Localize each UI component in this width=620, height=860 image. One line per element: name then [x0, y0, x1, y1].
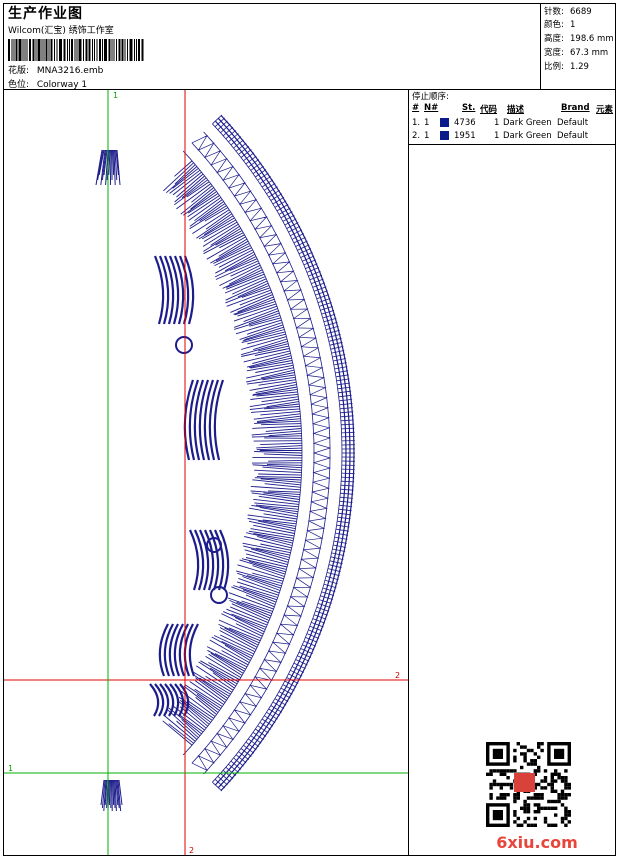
- design-stats-panel: 针数: 6689 颜色: 1 高度: 198.6 mm 宽度: 67.3 mm 比例: 1…: [540, 4, 616, 89]
- col-header-element: 元素: [596, 105, 614, 115]
- design-file-value: MNA3216.emb: [36, 66, 104, 76]
- end-marker-1: 1: [8, 764, 13, 773]
- production-worksheet: 生产作业图 Wilcom(汇宝) 绣饰工作室 花版: MNA3216.emb 色…: [3, 3, 616, 856]
- panel-divider: [408, 144, 409, 855]
- start-marker-2: 2: [189, 846, 194, 855]
- stop-sequence-title: 停止顺序:: [412, 92, 449, 102]
- start-marker-1: 1: [113, 91, 118, 100]
- watermark-text: 6xiu.com: [496, 833, 578, 852]
- col-header-desc: 描述: [507, 105, 525, 115]
- barcode: [8, 39, 144, 61]
- stat-stitches: 针数: 6689: [544, 7, 592, 17]
- stat-scale: 比例: 1.29: [544, 62, 589, 72]
- qr-center-stamp: [514, 773, 535, 792]
- page-title: 生产作业图: [8, 6, 83, 22]
- design-file-line: 花版: MNA3216.emb: [8, 63, 103, 76]
- thread-swatch: [440, 118, 449, 127]
- design-file-label: 花版:: [8, 66, 30, 76]
- col-header-num: #: [412, 103, 420, 113]
- watermark-logo: 6xiu.com: [486, 742, 578, 852]
- stat-height: 高度: 198.6 mm: [544, 34, 614, 44]
- stat-width: 宽度: 67.3 mm: [544, 48, 609, 58]
- thread-swatch: [440, 131, 449, 140]
- col-header-brand: Brand: [561, 103, 590, 113]
- stop-row: 1. 1 4736 1 Dark Green Default: [412, 118, 589, 128]
- studio-name: Wilcom(汇宝) 绣饰工作室: [8, 26, 114, 36]
- col-header-stitches: St.: [462, 103, 476, 113]
- col-header-n: N#: [424, 103, 439, 113]
- stat-colors: 颜色: 1: [544, 20, 576, 30]
- embroidery-design-preview: 1 2 1 2: [4, 90, 408, 855]
- end-marker-2: 2: [395, 671, 400, 680]
- stop-sequence-panel: 停止顺序: # N# St. 代码 描述 Brand 元素 1. 1 4736 …: [408, 89, 616, 145]
- stop-row: 2. 1 1951 1 Dark Green Default: [412, 131, 589, 141]
- col-header-code: 代码: [480, 105, 498, 115]
